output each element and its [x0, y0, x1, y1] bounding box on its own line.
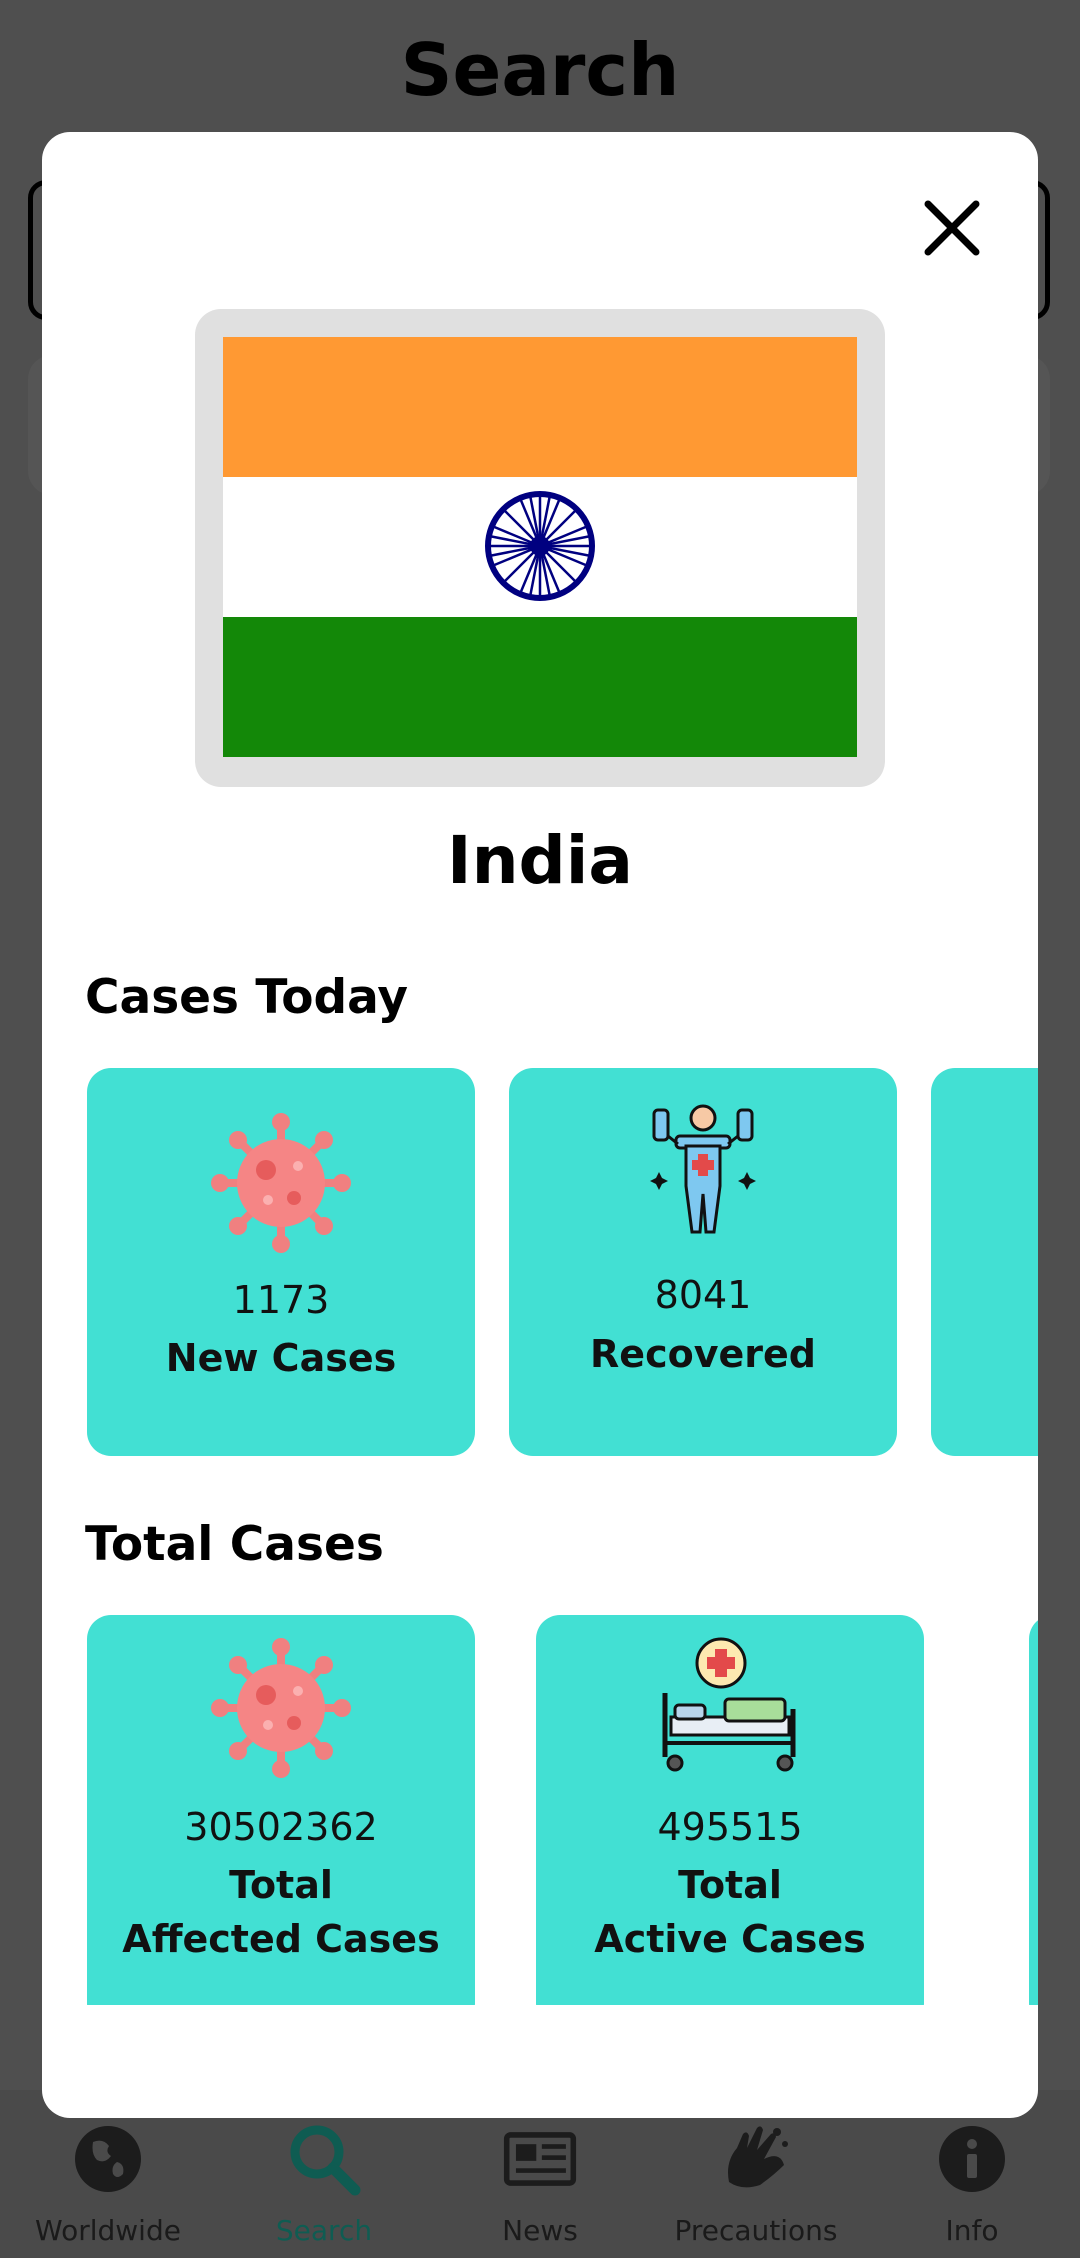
india-flag-image	[223, 337, 857, 757]
hospital-bed-icon	[536, 1635, 924, 1775]
recovered-person-icon	[509, 1100, 897, 1240]
flag-white-band	[223, 477, 857, 617]
new-cases-value: 1173	[232, 1278, 330, 1322]
search-icon	[287, 2122, 361, 2196]
total-affected-label-line2: Affected Cases	[122, 1917, 440, 1961]
country-flag-frame	[195, 309, 885, 787]
nav-label-info: Info	[945, 2214, 999, 2247]
recovered-label: Recovered	[590, 1332, 816, 1376]
nav-label-worldwide: Worldwide	[35, 2214, 181, 2247]
new-cases-card[interactable]: 1173 New Cases	[87, 1068, 475, 1456]
nav-label-search: Search	[275, 2214, 373, 2247]
flag-saffron-band	[223, 337, 857, 477]
total-active-label-line1: Total	[678, 1863, 782, 1907]
total-cases-row[interactable]: 30502362 Total Affected Cases 495515 Tot…	[87, 1615, 1038, 2005]
new-cases-label: New Cases	[165, 1336, 397, 1380]
recovered-card[interactable]: 8041 Recovered	[509, 1068, 897, 1456]
flag-green-band	[223, 617, 857, 757]
country-details-modal: India Cases Today 1173 New Cases 8041 Re…	[42, 132, 1038, 2118]
nav-label-precautions: Precautions	[674, 2214, 838, 2247]
info-icon	[935, 2122, 1009, 2196]
total-affected-value: 30502362	[184, 1805, 378, 1849]
newspaper-icon	[503, 2122, 577, 2196]
hand-wash-icon	[719, 2122, 793, 2196]
nav-label-news: News	[502, 2214, 578, 2247]
total-affected-label-line1: Total	[229, 1863, 333, 1907]
deaths-today-card[interactable]	[931, 1068, 1038, 1456]
cases-today-row[interactable]: 1173 New Cases 8041 Recovered	[87, 1068, 1038, 1458]
total-affected-card[interactable]: 30502362 Total Affected Cases	[87, 1615, 475, 2005]
total-active-label-line2: Active Cases	[594, 1917, 866, 1961]
cases-today-title: Cases Today	[85, 970, 409, 1025]
total-active-card[interactable]: 495515 Total Active Cases	[536, 1615, 924, 2005]
recovered-value: 8041	[654, 1273, 752, 1317]
globe-icon	[71, 2122, 145, 2196]
country-name: India	[447, 822, 633, 899]
close-button[interactable]	[922, 198, 982, 258]
close-icon	[924, 200, 980, 256]
page-title: Search	[400, 28, 680, 112]
ashoka-chakra-icon	[485, 491, 595, 601]
virus-icon	[87, 1108, 475, 1258]
total-active-value: 495515	[657, 1805, 803, 1849]
total-recovered-card[interactable]: R	[1029, 1615, 1038, 2005]
virus-icon	[87, 1633, 475, 1783]
total-cases-title: Total Cases	[85, 1517, 384, 1572]
